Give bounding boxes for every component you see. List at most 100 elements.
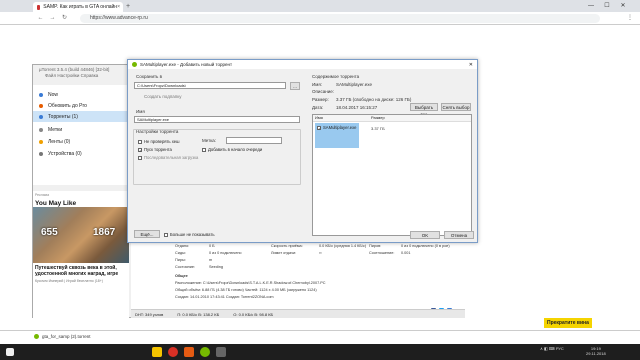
maximize-button[interactable]: ☐ (600, 0, 614, 12)
utorrent-sidebar: Now Обновить до Pro Торренты (1) Метки Л… (33, 85, 129, 185)
explorer-icon[interactable] (152, 347, 162, 357)
deselect-button[interactable]: Снять выбор (441, 103, 471, 111)
browser-menu-icon[interactable]: ⋮ (626, 14, 634, 23)
dialog-close-icon[interactable]: ✕ (469, 62, 473, 68)
info-comment-key: Описание: (312, 89, 334, 94)
download-bar (0, 330, 640, 344)
column-size[interactable]: Размер (369, 115, 385, 121)
status-dht: DHT: 349 узлов (135, 312, 164, 317)
chrome-icon[interactable] (168, 347, 178, 357)
file-row[interactable]: ✓ SAMultiplayer.exe (317, 125, 357, 130)
promo-banner[interactable]: Прекратите вина (544, 318, 592, 328)
dont-show-checkbox[interactable]: Больше не показывать (164, 232, 215, 237)
detail-key: Соотношение: (369, 251, 395, 255)
minimize-button[interactable]: — (584, 0, 598, 12)
label-select[interactable] (226, 137, 282, 144)
ok-button[interactable]: OK (410, 231, 440, 239)
detail-value: 0 Б (209, 244, 215, 248)
column-name[interactable]: Имя (313, 115, 369, 121)
checkbox-label: Добавить в начало очереди (208, 147, 263, 152)
create-subfolder-checkbox[interactable]: Создать подпапку (144, 94, 181, 99)
close-window-button[interactable]: ✕ (616, 0, 630, 12)
sidebar-item-label: Ленты (0) (48, 138, 71, 145)
checkbox-label: Больше не показывать (170, 232, 215, 237)
utorrent-icon[interactable] (200, 347, 210, 357)
sidebar-item-label: Устройства (0) (48, 150, 82, 157)
browser-tab[interactable]: SAMP. Как играть в GTA онлайн × (33, 2, 123, 12)
file-list-header: Имя Размер (313, 115, 471, 122)
tab-title: SAMP. Как играть в GTA онлайн (43, 4, 118, 10)
sidebar-item-label: Метки (48, 126, 63, 133)
detail-value: 0 из 0 подключено (209, 251, 242, 255)
sidebar-item-torrents[interactable]: Торренты (1) (33, 111, 129, 122)
torrent-file-icon (34, 334, 39, 339)
cancel-button[interactable]: Отмена (444, 231, 474, 239)
start-icon[interactable] (6, 348, 14, 356)
ad-heading: You May Like (35, 200, 77, 207)
save-path-select[interactable]: C:\Users\Fropz\Downloads\ (134, 82, 286, 89)
clock[interactable]: 19:19 29.11.2018 (586, 346, 606, 356)
detail-value: ∞ (319, 251, 322, 255)
tab-close-icon[interactable]: × (117, 4, 120, 10)
detail-key: Скорость приёма: (271, 244, 303, 248)
download-filename: gta_for_samp (2).torrent (42, 334, 91, 339)
pro-icon (39, 103, 43, 108)
back-icon[interactable]: ← (36, 14, 45, 23)
general-row: Общий объём: 6.88 ГБ (4.38 ГБ готово) Ча… (175, 288, 317, 292)
rss-icon (39, 139, 43, 144)
status-download: П: 0.0 КБ/с В: 138.2 КБ (177, 312, 220, 317)
ad-number: 1867 (93, 227, 116, 238)
forward-icon[interactable]: → (48, 14, 57, 23)
ad-image[interactable]: 655 1867 (33, 207, 129, 263)
sidebar-item-devices[interactable]: Устройства (0) (33, 148, 129, 159)
file-list[interactable]: Имя Размер ✓ SAMultiplayer.exe 3.37 ГБ (312, 114, 472, 236)
sidebar-item-label: Обновить до Pro (48, 102, 87, 109)
name-input[interactable]: SAMultiplayer.exe (134, 116, 300, 123)
settings-label: Настройки торрента (136, 129, 179, 134)
reload-icon[interactable]: ↻ (60, 14, 69, 23)
select-all-button[interactable]: Выбрать все (410, 103, 438, 117)
detail-value: 0.001 (401, 251, 411, 255)
browse-button[interactable]: ... (290, 82, 300, 90)
info-size-key: Размер: (312, 97, 329, 102)
ad-source: Кусочек Империй | Играй бесплатно (18+) (35, 279, 103, 283)
info-date-value: 18.04.2017 16:15:27 (336, 105, 378, 110)
sidebar-item-pro[interactable]: Обновить до Pro (33, 100, 129, 111)
checkbox-label: Не проверять хеш (144, 139, 180, 144)
check-icon[interactable]: ✓ (317, 125, 321, 130)
sidebar-item-feeds[interactable]: Ленты (0) (33, 136, 129, 147)
general-heading: Общее (175, 274, 188, 278)
info-size-value: 3.37 ГБ (свободно на диске: 126 ГБ) (336, 97, 412, 102)
checkbox-label: Последовательная загрузка (144, 155, 199, 160)
skip-hash-checkbox[interactable]: Не проверять хеш (138, 139, 180, 144)
check-icon: ✓ (138, 147, 143, 153)
name-label: Имя (136, 109, 145, 114)
download-item[interactable]: gta_for_samp (2).torrent (34, 334, 91, 339)
sidebar-item-now[interactable]: Now (33, 89, 129, 100)
start-torrent-checkbox[interactable]: ✓ Пуск торрента (138, 147, 172, 152)
new-tab-button[interactable]: + (126, 2, 134, 11)
dialog-title: SAMultiplayer.exe - Добавить новый торре… (140, 62, 233, 67)
ad-panel[interactable]: Реклама You May Like 655 1867 Путешеству… (33, 191, 129, 321)
ad-caption[interactable]: Путешествуй сквозь века в этой, удостоен… (35, 265, 127, 277)
checkbox-label: Пуск торрента (144, 147, 172, 152)
save-to-label: Сохранить в (136, 74, 163, 79)
more-button[interactable]: Ещё... (134, 230, 160, 238)
add-to-top-checkbox[interactable]: Добавить в начало очереди (202, 147, 262, 152)
info-name-key: Имя: (312, 82, 323, 87)
app-icon[interactable] (216, 347, 226, 357)
sidebar-item-labels[interactable]: Метки (33, 124, 129, 135)
label-field-label: Метка: (202, 138, 217, 143)
detail-key: Пиры: (175, 258, 186, 262)
address-bar[interactable]: https://www.advance-rp.ru (80, 14, 600, 23)
utorrent-icon (132, 62, 137, 67)
file-size: 3.37 ГБ (371, 126, 385, 131)
sequential-checkbox[interactable]: Последовательная загрузка (138, 155, 198, 160)
favicon-icon (37, 4, 41, 10)
app-icon[interactable] (184, 347, 194, 357)
sidebar-item-label: Now (48, 91, 59, 98)
system-tray[interactable]: ∧ ◧ ⌨ РУС (540, 346, 564, 351)
details-panel: Скачано: 0 Б Отдано: 0 Б Сиды: 0 из 0 по… (131, 233, 465, 319)
checkbox-box (164, 232, 168, 237)
torrents-icon (39, 114, 43, 119)
